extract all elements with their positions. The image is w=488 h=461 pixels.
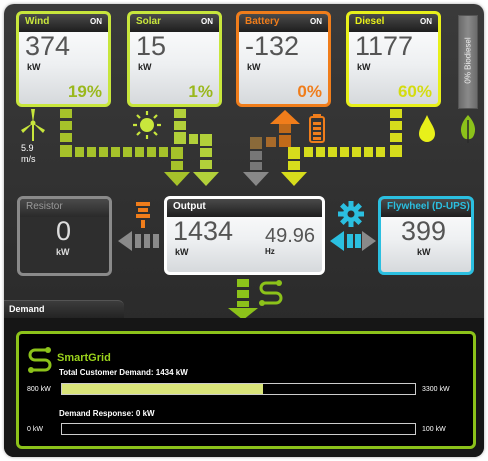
wind-turbine-icon: [21, 109, 45, 141]
flywheel-title: Flywheel (D-UPS): [387, 201, 470, 212]
smartgrid-logo-icon: [28, 347, 52, 373]
battery-power-value: -132: [245, 31, 300, 61]
resistor-title: Resistor: [26, 201, 63, 212]
smartgrid-icon: [259, 280, 283, 306]
flywheel-power-value: 399: [401, 216, 447, 246]
diesel-power-unit: kW: [357, 62, 371, 72]
demand-response-min: 0 kW: [27, 426, 43, 433]
biodiesel-label: 0% Biodiesel: [463, 37, 473, 84]
heater-icon: [136, 202, 150, 228]
sun-icon: [133, 111, 161, 139]
battery-title: Battery: [245, 16, 280, 27]
output-frequency-unit: Hz: [265, 247, 275, 256]
gear-icon: [338, 201, 364, 227]
demand-tab-label: Demand: [9, 304, 45, 314]
diesel-flow-pipe: [281, 109, 402, 186]
flywheel-power-unit: kW: [417, 247, 431, 257]
demand-response-label: Demand Response: 0 kW: [59, 409, 155, 418]
output-power-unit: kW: [175, 247, 189, 257]
solar-tile[interactable]: Solar ON 15 kW 1%: [127, 11, 222, 107]
total-demand-max: 3300 kW: [422, 386, 450, 393]
resistor-power-value: 0: [56, 216, 72, 246]
wind-status: ON: [90, 17, 102, 26]
battery-icon: [309, 114, 325, 143]
wind-power-unit: kW: [27, 62, 41, 72]
diesel-title: Diesel: [355, 16, 385, 27]
microgrid-panel: Wind ON 374 kW 19% Solar ON 15 kW 1% Bat…: [4, 4, 484, 457]
solar-status: ON: [201, 17, 213, 26]
resistor-flow-arrow: [118, 231, 159, 251]
resistor-tile[interactable]: Resistor 0 kW: [17, 196, 112, 276]
wind-power-value: 374: [25, 31, 71, 61]
wind-flow-pipe: [60, 109, 190, 186]
solar-power-unit: kW: [138, 62, 152, 72]
diesel-percent: 60%: [397, 82, 432, 101]
output-title: Output: [173, 201, 206, 212]
biodiesel-gauge: 0% Biodiesel: [458, 15, 478, 109]
total-demand-label: Total Customer Demand: 1434 kW: [59, 368, 188, 377]
leaf-icon: [460, 115, 476, 143]
resistor-power-unit: kW: [56, 247, 70, 257]
demand-tab[interactable]: Demand: [4, 300, 124, 319]
wind-title: Wind: [25, 16, 50, 27]
solar-title: Solar: [136, 16, 162, 27]
output-frequency-value: 49.96: [265, 225, 316, 247]
droplet-icon: [419, 115, 435, 142]
total-demand-min: 800 kW: [27, 386, 51, 393]
smartgrid-title: SmartGrid: [57, 352, 111, 364]
solar-power-value: 15: [136, 31, 167, 61]
wind-percent: 19%: [67, 82, 102, 101]
flywheel-tile[interactable]: Flywheel (D-UPS) 399 kW: [378, 196, 474, 275]
wind-tile[interactable]: Wind ON 374 kW 19%: [16, 11, 111, 107]
diesel-status: ON: [420, 17, 432, 26]
total-demand-bar-fill: [62, 384, 264, 394]
smartgrid-panel: SmartGrid Total Customer Demand: 1434 kW…: [16, 331, 476, 449]
flywheel-flow-arrows: [330, 231, 361, 251]
solar-percent: 1%: [188, 82, 213, 101]
demand-response-bar: [61, 423, 416, 435]
output-power-value: 1434: [173, 216, 234, 246]
battery-percent: 0%: [297, 82, 322, 101]
battery-status: ON: [310, 17, 322, 26]
demand-flow-pipe: [228, 279, 258, 320]
wind-speed-unit: m/s: [21, 154, 36, 164]
battery-tile[interactable]: Battery ON -132 kW 0%: [236, 11, 331, 107]
diesel-tile[interactable]: Diesel ON 1177 kW 60%: [346, 11, 441, 107]
wind-speed-value: 5.9: [21, 143, 34, 153]
diesel-power-value: 1177: [355, 31, 414, 61]
total-demand-bar: [61, 383, 416, 395]
output-tile[interactable]: Output 1434 kW 49.96 Hz: [164, 196, 325, 275]
battery-power-unit: kW: [247, 62, 261, 72]
demand-response-max: 100 kW: [422, 426, 446, 433]
